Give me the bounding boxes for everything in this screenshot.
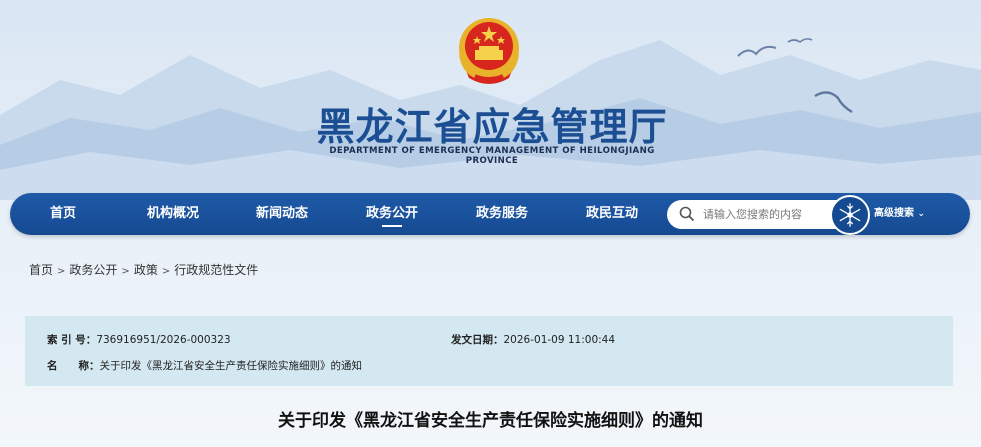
breadcrumb: 首页 > 政务公开 > 政策 > 行政规范性文件 xyxy=(29,261,258,278)
nav-item-gov-disclosure[interactable]: 政务公开 xyxy=(347,193,437,235)
site-title: 黑龙江省应急管理厅 xyxy=(316,104,668,149)
meta-name-label: 名 称： xyxy=(47,360,100,372)
snowflake-search-button-icon[interactable] xyxy=(830,195,870,235)
breadcrumb-policy[interactable]: 政策 xyxy=(134,263,158,277)
meta-name-value: 关于印发《黑龙江省安全生产责任保险实施细则》的通知 xyxy=(99,360,363,372)
nav-item-home[interactable]: 首页 xyxy=(18,193,108,235)
breadcrumb-normative-documents[interactable]: 行政规范性文件 xyxy=(174,263,258,277)
search-icon[interactable] xyxy=(679,206,695,222)
nav-item-gov-services[interactable]: 政务服务 xyxy=(457,193,547,235)
breadcrumb-separator-icon: > xyxy=(121,266,130,277)
breadcrumb-separator-icon: > xyxy=(161,266,171,277)
search-input[interactable] xyxy=(703,204,833,225)
nav-item-org-overview[interactable]: 机构概况 xyxy=(128,193,218,235)
breadcrumb-home[interactable]: 首页 xyxy=(29,263,53,277)
nav-item-interaction[interactable]: 政民互动 xyxy=(567,193,657,235)
birds-decoration xyxy=(737,38,853,114)
nav-item-news[interactable]: 新闻动态 xyxy=(237,193,327,235)
article-title: 关于印发《黑龙江省安全生产责任保险实施细则》的通知 xyxy=(278,411,703,431)
document-meta-box: 索 引 号：736916951/2026-000323 发文日期：2026-01… xyxy=(25,316,953,386)
breadcrumb-gov-disclosure[interactable]: 政务公开 xyxy=(69,263,117,277)
advanced-search-label: 高级搜索 xyxy=(874,208,914,219)
site-subtitle: DEPARTMENT OF EMERGENCY MANAGEMENT OF HE… xyxy=(329,146,655,166)
meta-date-row: 发文日期：2026-01-09 11:00:44 xyxy=(451,332,615,347)
national-emblem-icon xyxy=(459,18,519,84)
meta-index-row: 索 引 号：736916951/2026-000323 xyxy=(47,332,231,347)
meta-date-label: 发文日期： xyxy=(451,334,504,346)
header-banner: 黑龙江省应急管理厅 DEPARTMENT OF EMERGENCY MANAGE… xyxy=(0,0,981,200)
meta-index-value: 736916951/2026-000323 xyxy=(96,334,231,346)
meta-index-label: 索 引 号： xyxy=(47,334,97,346)
meta-date-value: 2026-01-09 11:00:44 xyxy=(503,334,616,346)
breadcrumb-separator-icon: > xyxy=(57,266,66,277)
meta-name-row: 名 称：关于印发《黑龙江省安全生产责任保险实施细则》的通知 xyxy=(47,358,362,373)
chevron-down-icon: ⌄ xyxy=(917,209,926,219)
main-navbar: 首页 机构概况 新闻动态 政务公开 政务服务 政民互动 高级搜索 ⌄ xyxy=(10,193,970,235)
advanced-search-link[interactable]: 高级搜索 ⌄ xyxy=(874,193,925,235)
